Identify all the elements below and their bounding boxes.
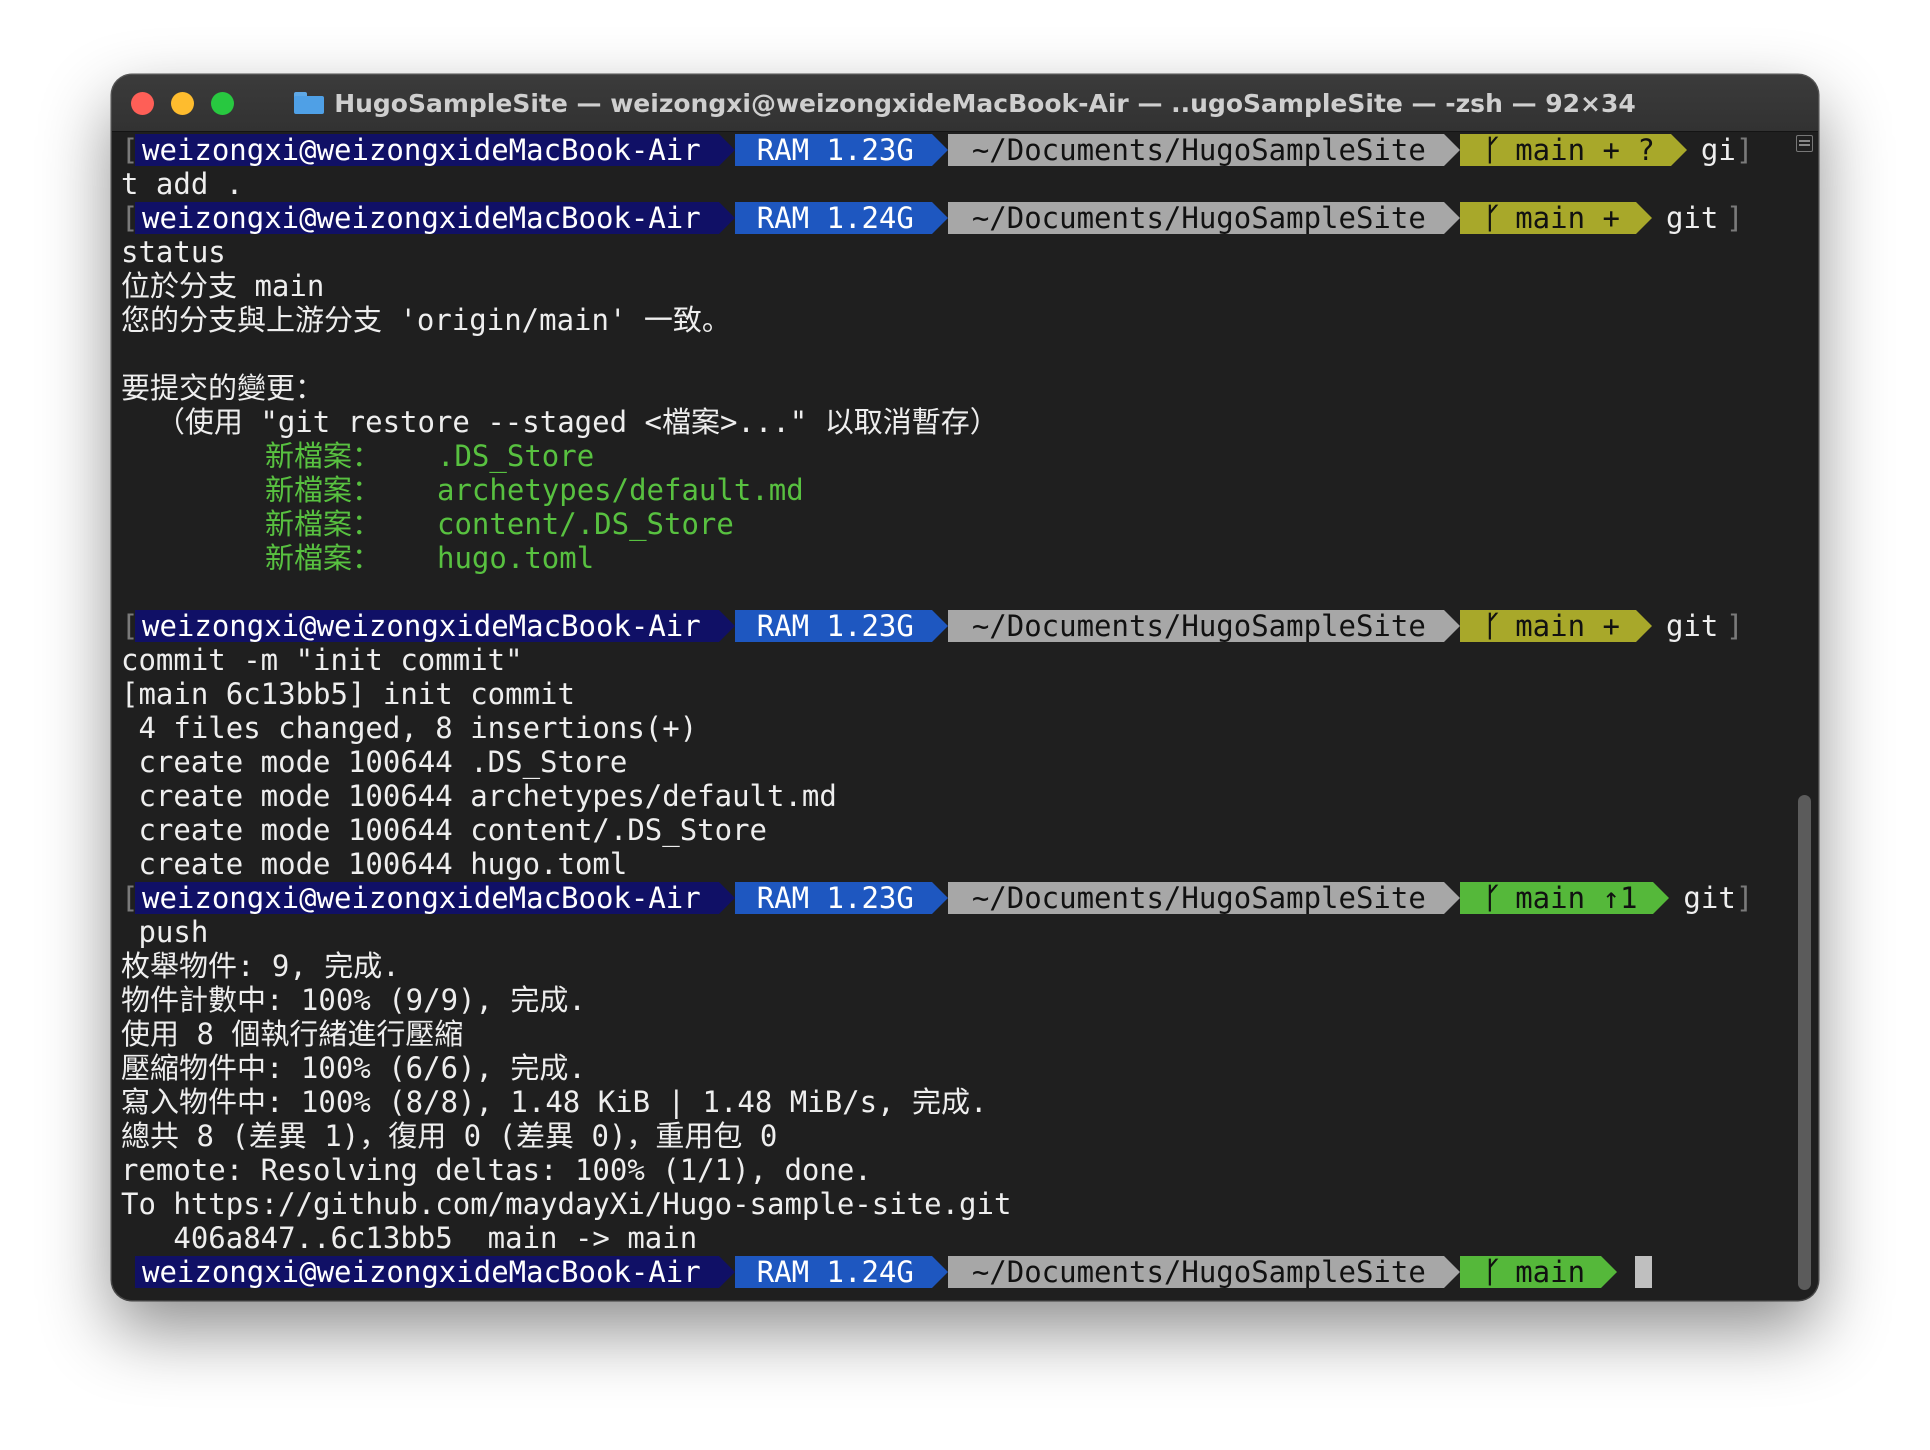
output-line: To https://github.com/maydayXi/Hugo-samp… <box>121 1187 1012 1221</box>
prompt-branch: main ↑1 <box>1515 881 1638 915</box>
prompt-path-segment: ~/Documents/HugoSampleSite <box>947 1256 1444 1288</box>
output-line: create mode 100644 archetypes/default.md <box>121 779 837 813</box>
prompt-branch: main + ? <box>1515 133 1655 167</box>
prompt-user-segment: weizongxi@weizongxideMacBook-Air <box>135 882 719 914</box>
window-title-container: HugoSampleSite — weizongxi@weizongxideMa… <box>112 75 1818 131</box>
prompt-path-segment: ~/Documents/HugoSampleSite <box>947 882 1444 914</box>
prompt-command: git <box>1683 881 1736 915</box>
prompt-ram-segment: RAM 1.23G <box>734 610 932 642</box>
prompt-command: git <box>1665 201 1719 235</box>
output-line: 要提交的變更： <box>121 371 325 405</box>
prompt-path-segment: ~/Documents/HugoSampleSite <box>947 202 1444 234</box>
prompt-branch: main <box>1515 1255 1586 1289</box>
output-line: 壓縮物件中: 100% (6/6), 完成. <box>121 1051 586 1085</box>
git-branch-icon: ᚴ <box>1483 133 1502 167</box>
command-wrap: commit -m "init commit" <box>121 643 523 677</box>
terminal-window: HugoSampleSite — weizongxi@weizongxideMa… <box>112 75 1818 1300</box>
prompt-git-segment: ᚴ main <box>1459 1255 1602 1289</box>
window-title: HugoSampleSite — weizongxi@weizongxideMa… <box>334 88 1636 118</box>
prompt-branch: main + <box>1515 201 1620 235</box>
staged-file-line: 新檔案： hugo.toml <box>265 541 595 575</box>
output-line: 物件計數中: 100% (9/9), 完成. <box>121 983 586 1017</box>
terminal-output[interactable]: [ weizongxi@weizongxideMacBook-Air RAM 1… <box>121 133 1789 1293</box>
output-line: create mode 100644 content/.DS_Store <box>121 813 768 847</box>
output-line: create mode 100644 hugo.toml <box>121 847 628 881</box>
prompt-git-segment: ᚴ main ↑1 <box>1459 881 1654 915</box>
prompt-ram-segment: RAM 1.23G <box>734 134 932 166</box>
shell-prompt: [ weizongxi@weizongxideMacBook-Air RAM 1… <box>121 881 1754 915</box>
staged-file-line: 新檔案： .DS_Store <box>265 439 595 473</box>
output-line: 總共 8 (差異 1)，復用 0 (差異 0)，重用包 0 <box>121 1119 778 1153</box>
command-wrap: status <box>121 235 226 269</box>
command-wrap: push <box>121 915 209 949</box>
prompt-git-segment: ᚴ main + <box>1459 201 1636 235</box>
output-line: create mode 100644 .DS_Store <box>121 745 628 779</box>
git-branch-icon: ᚴ <box>1483 201 1502 235</box>
shell-prompt: [ weizongxi@weizongxideMacBook-Air RAM 1… <box>121 133 1754 167</box>
output-line: 寫入物件中: 100% (8/8), 1.48 KiB | 1.48 MiB/s… <box>121 1085 988 1119</box>
prompt-path-segment: ~/Documents/HugoSampleSite <box>947 134 1444 166</box>
output-line: 406a847..6c13bb5 main -> main <box>121 1221 698 1255</box>
scrollbar-menu-icon[interactable] <box>1796 135 1813 152</box>
prompt-path-segment: ~/Documents/HugoSampleSite <box>947 610 1444 642</box>
command-wrap: t add . <box>121 167 244 201</box>
output-line: 使用 8 個執行緒進行壓縮 <box>121 1017 464 1051</box>
shell-prompt: [ weizongxi@weizongxideMacBook-Air RAM 1… <box>121 609 1744 643</box>
shell-prompt-current: weizongxi@weizongxideMacBook-Air RAM 1.2… <box>121 1255 1789 1289</box>
git-branch-icon: ᚴ <box>1483 609 1502 643</box>
vertical-scrollbar[interactable] <box>1792 133 1818 1300</box>
scrollbar-thumb[interactable] <box>1798 795 1811 1290</box>
prompt-ram-segment: RAM 1.24G <box>734 1256 932 1288</box>
prompt-git-segment: ᚴ main + ? <box>1459 133 1671 167</box>
title-bar: HugoSampleSite — weizongxi@weizongxideMa… <box>112 75 1818 132</box>
prompt-ram-segment: RAM 1.24G <box>734 202 932 234</box>
prompt-command: git <box>1665 609 1719 643</box>
prompt-command: gi <box>1700 133 1736 167</box>
prompt-user-segment: weizongxi@weizongxideMacBook-Air <box>135 202 719 234</box>
git-branch-icon: ᚴ <box>1483 881 1502 915</box>
git-branch-icon: ᚴ <box>1483 1255 1502 1289</box>
folder-icon <box>294 92 325 114</box>
output-line: remote: Resolving deltas: 100% (1/1), do… <box>121 1153 872 1187</box>
staged-file-line: 新檔案： content/.DS_Store <box>265 507 734 541</box>
staged-file-line: 新檔案： archetypes/default.md <box>265 473 804 507</box>
prompt-branch: main + <box>1515 609 1620 643</box>
prompt-user-segment: weizongxi@weizongxideMacBook-Air <box>135 610 719 642</box>
shell-prompt: [ weizongxi@weizongxideMacBook-Air RAM 1… <box>121 201 1744 235</box>
output-line: 4 files changed, 8 insertions(+) <box>121 711 698 745</box>
output-line: （使用 "git restore --staged <檔案>..." 以取消暫存… <box>121 405 999 439</box>
output-line: 枚舉物件: 9, 完成. <box>121 949 400 983</box>
prompt-git-segment: ᚴ main + <box>1459 609 1636 643</box>
prompt-user-segment: weizongxi@weizongxideMacBook-Air <box>135 134 719 166</box>
output-line: 您的分支與上游分支 'origin/main' 一致。 <box>121 303 731 337</box>
prompt-user-segment: weizongxi@weizongxideMacBook-Air <box>135 1256 719 1288</box>
output-line: 位於分支 main <box>121 269 325 303</box>
output-line: [main 6c13bb5] init commit <box>121 677 575 711</box>
text-cursor[interactable] <box>1635 1256 1653 1288</box>
prompt-ram-segment: RAM 1.23G <box>734 882 932 914</box>
